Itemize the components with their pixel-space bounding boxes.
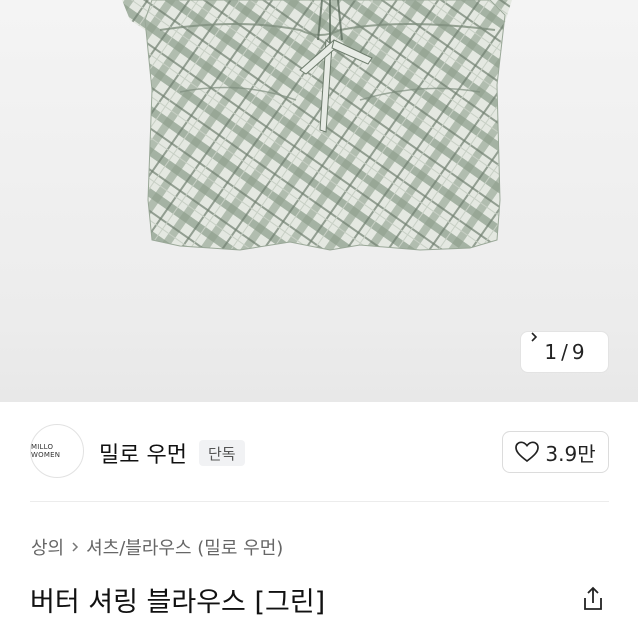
breadcrumb: 상의 셔츠/블라우스 (밀로 우먼) bbox=[31, 534, 283, 560]
heart-icon bbox=[515, 441, 540, 463]
like-count: 3.9만 bbox=[545, 441, 596, 466]
like-button[interactable]: 3.9만 bbox=[502, 431, 609, 473]
counter-current: 1 bbox=[544, 340, 558, 364]
share-icon[interactable] bbox=[579, 585, 607, 613]
seller-avatar[interactable]: MILLO WOMEN bbox=[30, 424, 84, 478]
seller-logo-text: MILLO WOMEN bbox=[31, 443, 61, 459]
breadcrumb-category[interactable]: 상의 bbox=[31, 534, 64, 560]
image-counter[interactable]: 1 / 9 bbox=[520, 331, 609, 373]
divider bbox=[30, 501, 609, 502]
counter-total: 9 bbox=[571, 340, 585, 364]
chevron-right-icon bbox=[531, 332, 538, 342]
product-image-gallery[interactable]: 1 / 9 bbox=[0, 0, 638, 402]
breadcrumb-subcategory[interactable]: 셔츠/블라우스 (밀로 우먼) bbox=[86, 534, 283, 560]
seller-name[interactable]: 밀로 우먼 bbox=[99, 437, 187, 469]
chevron-right-icon bbox=[72, 542, 79, 552]
counter-separator: / bbox=[561, 340, 568, 364]
exclusive-badge: 단독 bbox=[199, 440, 245, 466]
product-title: 버터 셔링 블라우스 [그린] bbox=[30, 587, 326, 618]
